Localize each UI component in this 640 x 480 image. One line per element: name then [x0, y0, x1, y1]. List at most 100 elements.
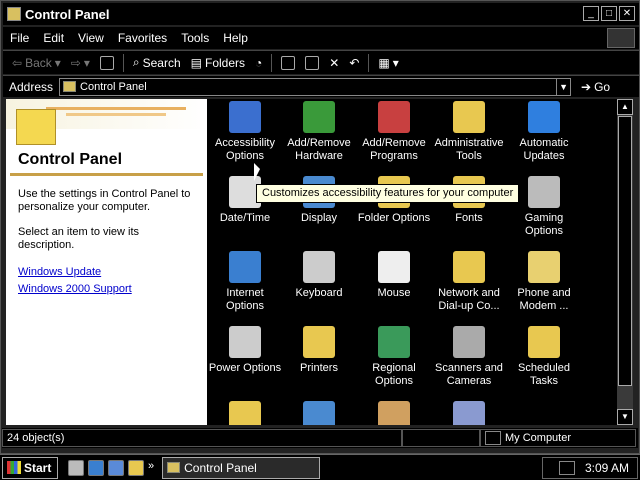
- folders-button[interactable]: ▤ Folders: [188, 56, 248, 70]
- item-label: Power Options: [208, 362, 282, 374]
- windows-update-link[interactable]: Windows Update: [6, 264, 207, 281]
- control-panel-item[interactable]: Add/Remove Programs: [356, 101, 432, 163]
- control-panel-item[interactable]: Phone and Modem ...: [506, 251, 582, 313]
- scroll-down-button[interactable]: ▼: [617, 409, 633, 425]
- item-label: Scheduled Tasks: [518, 362, 570, 387]
- control-panel-item[interactable]: Automatic Updates: [506, 101, 582, 163]
- menu-view[interactable]: View: [71, 31, 111, 45]
- start-button[interactable]: Start: [2, 456, 58, 479]
- control-panel-item[interactable]: [207, 401, 283, 425]
- control-panel-item[interactable]: [281, 401, 357, 425]
- delete-button[interactable]: ✕: [326, 56, 342, 70]
- forward-button[interactable]: ⇨ ▾: [68, 56, 93, 70]
- start-label: Start: [24, 460, 52, 475]
- task-label: Control Panel: [184, 460, 257, 475]
- folders-label: Folders: [204, 55, 245, 70]
- item-label: Accessibility Options: [215, 137, 275, 162]
- internet-explorer-icon[interactable]: [88, 459, 104, 476]
- move-to-button[interactable]: [278, 55, 298, 70]
- forward-arrow-icon: ⇨: [70, 55, 81, 70]
- control-panel-item[interactable]: Mouse: [356, 251, 432, 300]
- status-bar: 24 object(s) My Computer: [2, 428, 638, 448]
- control-panel-item[interactable]: Administrative Tools: [431, 101, 507, 163]
- menu-tools[interactable]: Tools: [174, 31, 216, 45]
- search-button[interactable]: ⌕ Search: [130, 55, 184, 70]
- status-zone: My Computer: [480, 429, 636, 447]
- show-desktop-icon[interactable]: [68, 459, 84, 476]
- history-button[interactable]: ◔: [252, 56, 265, 70]
- control-panel-item[interactable]: Keyboard: [281, 251, 357, 300]
- title-bar[interactable]: Control Panel _ □ ✕: [3, 3, 639, 25]
- control-panel-item[interactable]: Add/Remove Hardware: [281, 101, 357, 163]
- address-field[interactable]: Control Panel ▼: [59, 77, 572, 96]
- item-label: Add/Remove Programs: [362, 137, 426, 162]
- info-pane-text: Use the settings in Control Panel to per…: [6, 176, 207, 252]
- menu-edit[interactable]: Edit: [36, 31, 71, 45]
- control-panel-item[interactable]: Power Options: [207, 326, 283, 375]
- banner-stripe: [66, 113, 166, 116]
- network-tray-icon[interactable]: [558, 461, 575, 475]
- control-panel-item[interactable]: Printers: [281, 326, 357, 375]
- maximize-button[interactable]: □: [601, 6, 617, 21]
- control-panel-item[interactable]: Scanners and Cameras: [431, 326, 507, 388]
- mouse-cursor-icon: [254, 163, 260, 181]
- item-label: Display: [300, 212, 338, 224]
- up-folder-icon: [99, 55, 114, 70]
- windows-support-link[interactable]: Windows 2000 Support: [6, 281, 207, 298]
- menu-bar: File Edit View Favorites Tools Help: [3, 27, 639, 49]
- scanner-icon: [453, 326, 485, 358]
- menu-favorites[interactable]: Favorites: [111, 31, 174, 45]
- control-panel-item[interactable]: Network and Dial-up Co...: [431, 251, 507, 313]
- copy-to-icon: [305, 55, 320, 70]
- menu-help[interactable]: Help: [216, 31, 255, 45]
- folders-icon: ▤: [190, 55, 202, 70]
- control-panel-item[interactable]: Regional Options: [356, 326, 432, 388]
- move-to-icon: [281, 55, 296, 70]
- scroll-thumb[interactable]: [618, 116, 632, 386]
- back-button[interactable]: ⇦ Back ▾: [9, 56, 64, 70]
- accessibility-icon: [229, 101, 261, 133]
- control-panel-large-icon: [16, 109, 56, 145]
- outlook-express-icon[interactable]: [108, 459, 124, 476]
- windows-flag-icon: [7, 461, 21, 474]
- scheduled-icon: [528, 326, 560, 358]
- control-panel-item[interactable]: Scheduled Tasks: [506, 326, 582, 388]
- scroll-up-button[interactable]: ▲: [617, 99, 633, 115]
- delete-icon: ✕: [329, 55, 340, 70]
- item-label: Regional Options: [372, 362, 416, 387]
- close-button[interactable]: ✕: [619, 6, 635, 21]
- taskbar: Start » Control Panel 3:09 AM: [0, 454, 640, 480]
- control-panel-item[interactable]: Internet Options: [207, 251, 283, 313]
- vertical-scrollbar[interactable]: ▲ ▼: [617, 99, 633, 425]
- network-icon: [453, 251, 485, 283]
- info-description: Use the settings in Control Panel to per…: [18, 188, 191, 213]
- control-panel-item[interactable]: Accessibility Options: [207, 101, 283, 163]
- power-icon: [229, 326, 261, 358]
- system-icon: [303, 401, 335, 425]
- toolbar: ⇦ Back ▾ ⇨ ▾ ⌕ Search ▤ Folders ◔ ✕ ↶ ▦ ▾: [3, 50, 639, 74]
- views-button[interactable]: ▦ ▾: [375, 56, 401, 70]
- taskbar-control-panel-button[interactable]: Control Panel: [162, 456, 321, 479]
- up-folder-button[interactable]: [97, 55, 117, 70]
- minimize-button[interactable]: _: [583, 6, 599, 21]
- control-panel-item[interactable]: [356, 401, 432, 425]
- undo-button[interactable]: ↶: [346, 56, 362, 70]
- clock[interactable]: 3:09 AM: [585, 461, 629, 475]
- toolbar-separator: [368, 53, 370, 72]
- explorer-icon[interactable]: [128, 459, 144, 476]
- system-tray: 3:09 AM: [542, 457, 638, 479]
- address-dropdown-button[interactable]: ▼: [556, 78, 570, 95]
- item-label: Date/Time: [219, 212, 271, 224]
- go-arrow-icon: ➔: [581, 79, 592, 94]
- menu-file[interactable]: File: [3, 31, 36, 45]
- control-panel-small-icon: [167, 462, 181, 473]
- item-label: Gaming Options: [524, 212, 564, 237]
- go-button[interactable]: ➔ Go: [581, 80, 610, 94]
- info-hint: Select an item to view its description.: [18, 226, 140, 251]
- more-chevron-icon[interactable]: »: [148, 460, 154, 476]
- copy-to-button[interactable]: [302, 55, 322, 70]
- control-panel-item[interactable]: [431, 401, 507, 425]
- go-label: Go: [594, 79, 611, 94]
- item-label: Automatic Updates: [519, 137, 569, 162]
- item-label: Fonts: [455, 212, 483, 224]
